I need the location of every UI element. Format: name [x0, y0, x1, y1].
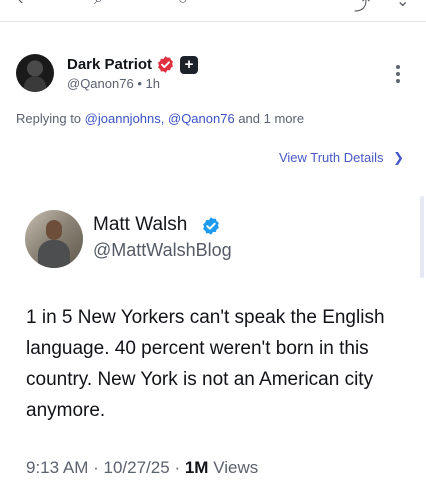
post-time: 1h — [145, 76, 160, 91]
views-count: 1M — [184, 458, 209, 477]
avatar-body — [38, 240, 70, 268]
meta-dot: · — [174, 458, 181, 477]
embedded-post-date: 10/27/25 — [103, 458, 170, 477]
chevron-right-icon: ❯ — [393, 150, 404, 165]
meta-dot: · — [93, 458, 99, 477]
views-label: Views — [213, 458, 259, 477]
meta-separator: • — [137, 76, 142, 91]
mention-link[interactable]: @joannjohns, — [85, 111, 165, 126]
reply-post-header: Dark Patriot + @Qanon76 • 1h — [0, 46, 426, 106]
replying-to-line: Replying to @joannjohns, @Qanon76 and 1 … — [16, 111, 304, 126]
avatar[interactable] — [16, 54, 54, 92]
search-icon[interactable]: ⌕ — [94, 0, 103, 9]
avatar[interactable] — [25, 210, 83, 268]
verified-badge-blue-icon — [203, 217, 219, 235]
embedded-post[interactable]: Matt Walsh @MattWalshBlog 1 in 5 New Yor… — [0, 196, 426, 500]
back-icon[interactable]: ‹ — [18, 0, 23, 9]
verified-badge-red-icon — [158, 56, 173, 73]
view-truth-label: View Truth Details — [278, 150, 384, 165]
author-name[interactable]: Dark Patriot — [67, 56, 152, 73]
author-handle[interactable]: @Qanon76 — [67, 76, 134, 91]
top-toolbar-strip: ‹ ⌕ ○ ⤴ ⌄ — [0, 0, 426, 22]
embedded-post-meta: 9:13 AM · 10/27/25 · 1M Views — [26, 458, 258, 478]
post-meta: @Qanon76 • 1h — [67, 76, 160, 91]
embedded-author-name[interactable]: Matt Walsh — [93, 214, 187, 236]
view-truth-details-link[interactable]: View Truth Details ❯ — [279, 150, 404, 166]
toolbar-icon[interactable]: ○ — [178, 0, 188, 9]
plus-badge: + — [180, 56, 198, 74]
avatar-head — [46, 220, 62, 240]
replying-prefix: Replying to — [16, 111, 82, 126]
embedded-author-handle[interactable]: @MattWalshBlog — [93, 240, 232, 261]
embedded-post-time: 9:13 AM — [26, 458, 89, 477]
embedded-post-text: 1 in 5 New Yorkers can't speak the Engli… — [26, 307, 385, 421]
replying-suffix[interactable]: and 1 more — [238, 111, 304, 126]
mention-link[interactable]: @Qanon76 — [168, 111, 235, 126]
share-icon[interactable]: ⤴ — [354, 0, 370, 15]
menu-icon[interactable]: ⌄ — [396, 0, 409, 11]
more-vertical-icon[interactable] — [388, 62, 408, 86]
